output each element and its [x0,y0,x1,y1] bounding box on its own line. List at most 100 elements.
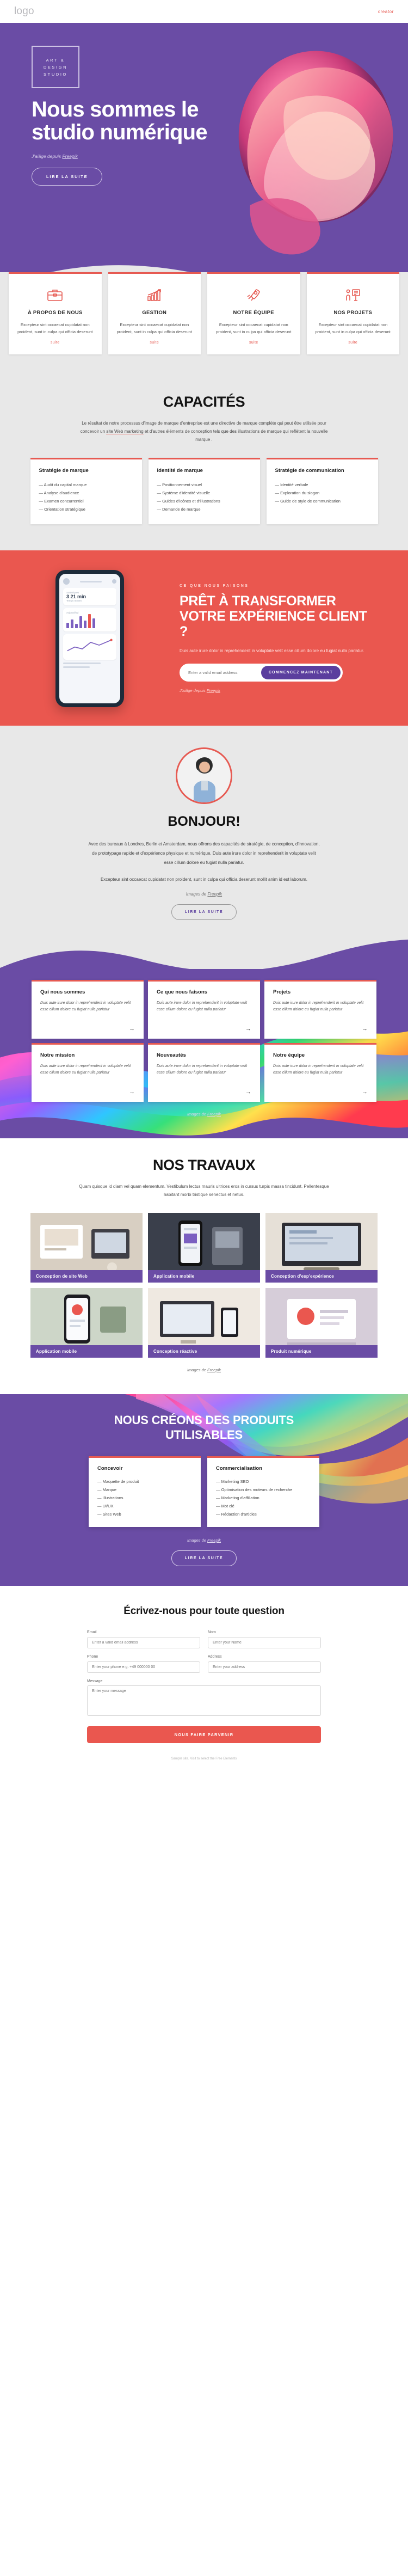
logo[interactable]: logo [14,5,34,17]
work-item[interactable]: Application mobile [30,1288,143,1358]
works-credit-link[interactable]: Freepik [207,1367,221,1372]
arrow-right-icon[interactable]: → [273,1089,368,1095]
phone-bar [71,620,73,628]
info-card[interactable]: Notre équipe Duis aute irure dolor in re… [264,1043,376,1102]
info-card[interactable]: Notre mission Duis aute irure dolor in r… [32,1043,144,1102]
capacite-item: — Demande de marque [157,507,201,512]
message-textarea[interactable] [87,1685,321,1716]
arrow-right-icon[interactable]: → [40,1026,135,1032]
phone-mockup-wrapper: Statistiques 3 21 min Temps moyen Aujour… [0,570,180,707]
capacite-title: Stratégie de marque [39,468,89,474]
capacite-list: — Identité verbale — Exploration du slog… [275,481,369,505]
lead-highlight[interactable]: site Web marketing [106,429,144,434]
work-label: Conception réactive [148,1345,260,1358]
name-input[interactable] [208,1637,321,1648]
bonjour-title: BONJOUR! [168,814,240,829]
arrow-right-icon[interactable]: → [40,1089,135,1095]
capacites-title: CAPACITÉS [163,394,245,410]
products-read-more-button[interactable]: LIRE LA SUITE [171,1550,237,1566]
work-item[interactable]: Conception de site Web [30,1213,143,1283]
phone-bar [84,621,86,628]
six-cards-credit: Images de Freepik [0,1112,408,1117]
cta-credit: J'aiâge depuis Freepik [180,688,375,693]
phone-avatar-dot [63,578,70,585]
name-field-group: Nom [208,1630,321,1648]
work-item[interactable]: Conception réactive [148,1288,260,1358]
hero-read-more-button[interactable]: LIRE LA SUITE [32,168,103,186]
email-input[interactable] [182,670,261,675]
phone-menu-dot [112,579,116,584]
cta-heading: PRÊT À TRANSFORMER VOTRE EXPÉRIENCE CLIE… [180,593,367,639]
cta-credit-link[interactable]: Freepik [207,688,220,693]
phone-input[interactable] [87,1661,200,1673]
avatar [176,747,232,804]
subscribe-form: COMMENCEZ MAINTENANT [180,664,343,682]
feature-card[interactable]: GESTION Excepteur sint occaecat cupidata… [108,272,201,354]
works-lead: Quam quisque id diam vel quam elementum.… [79,1184,329,1197]
info-card-title: Nouveautés [157,1052,186,1058]
feature-title: NOTRE ÉQUIPE [233,310,274,316]
presentation-icon [314,286,392,304]
feature-card[interactable]: NOS PROJETS Excepteur sint occaecat cupi… [306,272,399,354]
badge-line-1: ART & [46,57,65,63]
arrow-right-icon[interactable]: → [157,1089,251,1095]
badge-line-2: DESIGN [43,64,68,70]
capacites-cards: Stratégie de marque — Audit du capital m… [0,458,408,524]
info-card[interactable]: Qui nous sommes Duis aute irure dolor in… [32,980,144,1039]
capacite-item: — Audit du capital marque [39,482,87,487]
works-credit: Images de Freepik [0,1367,408,1372]
capacites-section: CAPACITÉS Le résultat de notre processus… [0,379,408,550]
info-card-text: Duis aute irure dolor in reprehenderit i… [273,1064,364,1075]
arrow-right-icon[interactable]: → [157,1026,251,1032]
info-card-text: Duis aute irure dolor in reprehenderit i… [40,1001,131,1011]
feature-more-link[interactable]: suite [314,341,392,345]
address-input[interactable] [208,1661,321,1673]
bonjour-credit-link[interactable]: Freepik [207,892,222,897]
capacite-card: Stratégie de communication — Identité ve… [266,458,378,524]
products-credit-link[interactable]: Freepik [207,1538,221,1543]
start-now-button[interactable]: COMMENCEZ MAINTENANT [261,666,341,679]
info-card-title: Notre mission [40,1052,75,1058]
info-card-title: Projets [273,989,291,995]
growth-chart-icon [116,286,194,304]
nav-creator-link[interactable]: creator [378,9,394,14]
capacite-item: — Exploration du slogan [275,490,320,495]
bonjour-credit-prefix: Images de [186,892,208,897]
hero-headline: Nous sommes le studio numérique [32,97,208,144]
work-item[interactable]: Conception d'esp'expérience [265,1213,378,1283]
phone-bar [75,624,78,628]
info-card[interactable]: Projets Duis aute irure dolor in reprehe… [264,980,376,1039]
cta-eyebrow: CE QUE NOUS FAISONS [180,584,249,588]
hero-credit-link[interactable]: Freepik [62,154,77,159]
product-item: — Optimisation des moteurs de recherche [216,1487,293,1492]
bonjour-paragraph-2: Excepteur sint occaecat cupidatat non pr… [100,877,308,882]
phone-bar [88,614,91,628]
feature-more-link[interactable]: suite [16,341,94,345]
contact-section: Écrivez-nous pour toute question Email N… [0,1586,408,1775]
work-item[interactable]: Produit numérique [265,1288,378,1358]
feature-more-link[interactable]: suite [215,341,293,345]
capacite-item: — Examen concurrentiel [39,499,84,504]
feature-more-link[interactable]: suite [116,341,194,345]
submit-button[interactable]: NOUS FAIRE PARVENIR [87,1726,321,1743]
feature-card[interactable]: NOTRE ÉQUIPE Excepteur sint occaecat cup… [207,272,300,354]
info-card[interactable]: Ce que nous faisons Duis aute irure dolo… [148,980,260,1039]
product-item: — Marketing SEO [216,1479,249,1484]
info-card-title: Ce que nous faisons [157,989,207,995]
email-input[interactable] [87,1637,200,1648]
feature-card[interactable]: À PROPOS DE NOUS Excepteur sint occaecat… [9,272,102,354]
address-label: Address [208,1655,222,1659]
cta-section: Statistiques 3 21 min Temps moyen Aujour… [0,550,408,726]
six-credit-link[interactable]: Freepik [207,1112,221,1117]
product-item: — UI/UX [97,1504,114,1508]
arrow-right-icon[interactable]: → [273,1026,368,1032]
capacite-list: — Positionnement visuel — Système d'iden… [157,481,251,513]
work-item[interactable]: Application mobile [148,1213,260,1283]
phone-title-bar [80,580,102,582]
info-card[interactable]: Nouveautés Duis aute irure dolor in repr… [148,1043,260,1102]
email-label: Email [87,1630,97,1634]
phone-bar [66,623,69,628]
product-card-title: Commercialisation [216,1465,262,1471]
capacites-lead: Le résultat de notre processus d'image d… [76,419,332,444]
bonjour-read-more-button[interactable]: LIRE LA SUITE [171,904,237,920]
